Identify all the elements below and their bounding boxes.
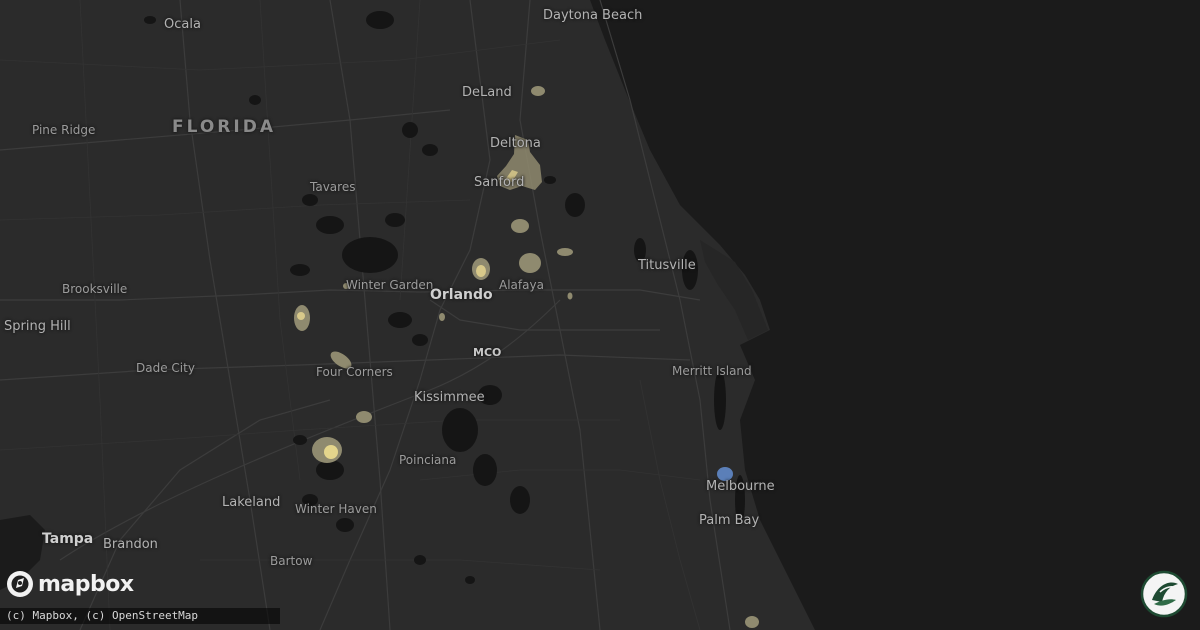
mapbox-logo-icon — [7, 571, 33, 597]
hail-swath-downtown — [439, 313, 445, 321]
map-attribution[interactable]: (c) Mapbox, (c) OpenStreetMap — [0, 608, 280, 624]
hail-swath-geneva — [557, 248, 573, 256]
place-label-deland: DeLand — [462, 85, 512, 100]
place-label-merritt-island: Merritt Island — [672, 364, 752, 378]
basemap — [0, 0, 1200, 630]
place-label-titusville: Titusville — [638, 258, 696, 273]
place-label-pine-ridge: Pine Ridge — [32, 123, 96, 137]
place-label-mco: MCO — [473, 346, 502, 359]
place-label-alafaya: Alafaya — [499, 278, 544, 292]
place-label-winter-haven: Winter Haven — [295, 502, 377, 516]
hail-swath-clermont-core — [297, 312, 305, 320]
place-label-tavares: Tavares — [310, 180, 356, 194]
place-label-dade-city: Dade City — [136, 361, 195, 375]
place-label-kissimmee: Kissimmee — [414, 390, 485, 405]
hail-swath-davenport — [356, 411, 372, 423]
hail-swath-south — [745, 616, 759, 628]
state-label: FLORIDA — [172, 117, 276, 137]
place-label-winter-garden: Winter Garden — [346, 278, 434, 292]
place-label-tampa: Tampa — [42, 531, 94, 547]
mapbox-logo-text: mapbox — [38, 571, 134, 597]
leaf-swoosh-icon — [1140, 570, 1188, 618]
hail-swath-lake-jesup — [511, 219, 529, 233]
place-label-brandon: Brandon — [103, 537, 158, 552]
place-label-melbourne: Melbourne — [706, 479, 775, 494]
hail-swath-oviedo — [519, 253, 541, 273]
hail-swath-bithlo — [567, 292, 573, 300]
place-label-deltona: Deltona — [490, 136, 541, 151]
place-label-brooksville: Brooksville — [62, 282, 128, 296]
mapbox-logo[interactable]: mapbox — [6, 570, 134, 598]
place-label-spring-hill: Spring Hill — [4, 319, 71, 334]
place-label-bartow: Bartow — [270, 554, 313, 568]
place-label-four-corners: Four Corners — [316, 365, 393, 379]
hail-swath-deland-north — [531, 86, 545, 96]
place-label-daytona-beach: Daytona Beach — [543, 8, 643, 23]
hail-swath-haines-city-core — [324, 445, 338, 459]
place-label-orlando: Orlando — [430, 287, 493, 303]
hail-swath-winter-park-core — [476, 265, 486, 277]
place-label-sanford: Sanford — [474, 175, 525, 190]
place-label-ocala: Ocala — [164, 17, 201, 32]
place-label-poinciana: Poinciana — [399, 453, 457, 467]
place-label-lakeland: Lakeland — [222, 495, 281, 510]
map-view[interactable]: FLORIDA Daytona Beach Ocala DeLand Pine … — [0, 0, 1200, 630]
place-label-palm-bay: Palm Bay — [699, 513, 760, 528]
